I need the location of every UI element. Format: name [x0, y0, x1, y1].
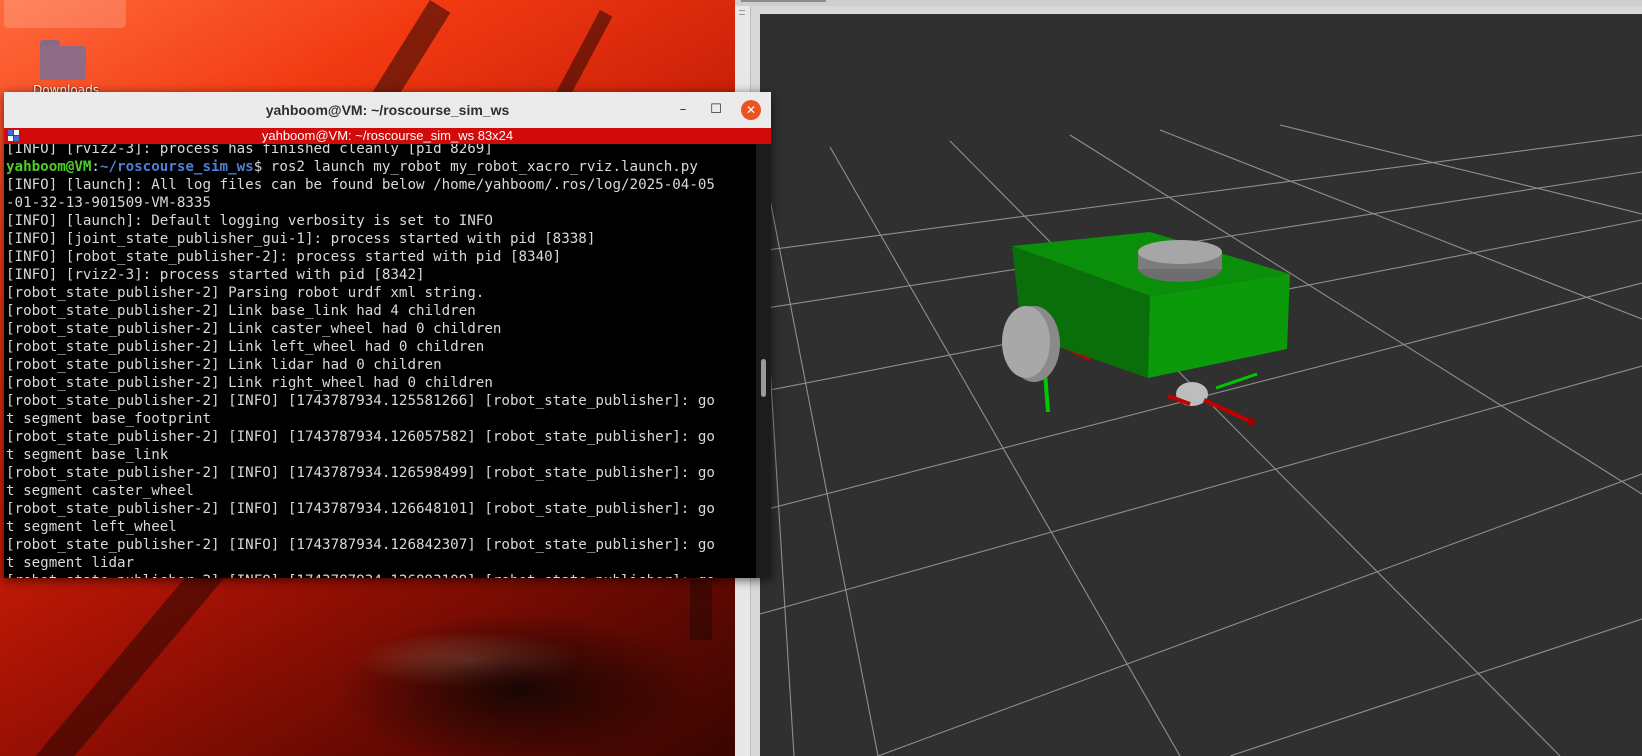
terminal-subtitle-bar: yahboom@VM: ~/roscourse_sim_ws 83x24 [4, 128, 771, 144]
terminal-lines: [INFO] [rviz2-3]: process has finished c… [6, 144, 715, 578]
rviz-scene [760, 124, 1642, 756]
terminal-line: t segment left_wheel [6, 519, 177, 535]
terminal-line: [robot_state_publisher-2] Link right_whe… [6, 375, 493, 391]
terminal-prompt-line: yahboom@VM:~/roscourse_sim_ws$ ros2 laun… [6, 158, 715, 176]
terminal-scrollbar[interactable] [756, 144, 771, 578]
prompt-command: ros2 launch my_robot my_robot_xacro_rviz… [262, 159, 698, 175]
folder-icon[interactable] [40, 40, 86, 80]
prompt-path: ~/roscourse_sim_ws [99, 159, 254, 175]
terminal-line: [INFO] [robot_state_publisher-2]: proces… [6, 249, 562, 265]
terminal-menu-icon[interactable] [8, 130, 20, 142]
terminal-line: [robot_state_publisher-2] [INFO] [174378… [6, 465, 715, 481]
terminal-subtitle: yahboom@VM: ~/roscourse_sim_ws 83x24 [261, 128, 514, 143]
terminal-line: [INFO] [rviz2-3]: process has finished c… [6, 144, 493, 157]
terminal-line: [robot_state_publisher-2] Parsing robot … [6, 285, 485, 301]
rviz-toolbar-tab[interactable] [741, 0, 826, 2]
terminal-line: t segment base_link [6, 447, 169, 463]
terminal-line: [INFO] [rviz2-3]: process started with p… [6, 267, 425, 283]
robot-model [1002, 232, 1290, 426]
terminal-line: [INFO] [launch]: All log files can be fo… [6, 177, 715, 193]
terminal-line: [robot_state_publisher-2] Link base_link… [6, 303, 476, 319]
terminal-line: [robot_state_publisher-2] [INFO] [174378… [6, 429, 715, 445]
terminal-line: [robot_state_publisher-2] [INFO] [174378… [6, 537, 715, 553]
prompt-user: yahboom@VM [6, 159, 92, 175]
terminal-title: yahboom@VM: ~/roscourse_sim_ws [265, 102, 510, 118]
terminal-line: [robot_state_publisher-2] [INFO] [174378… [6, 393, 715, 409]
terminal-line: [INFO] [joint_state_publisher_gui-1]: pr… [6, 231, 596, 247]
rviz-3d-viewport[interactable] [760, 14, 1642, 756]
terminal-line: t segment lidar [6, 555, 135, 571]
minimize-button[interactable]: – [673, 100, 693, 120]
maximize-button[interactable]: ☐ [706, 100, 726, 120]
terminal-line: [robot_state_publisher-2] Link left_whee… [6, 339, 485, 355]
desktop-panel-widget [4, 0, 126, 28]
caster-axis-tip [1247, 418, 1255, 426]
lidar-cylinder [1138, 240, 1222, 282]
right-wheel-axis-y [1215, 372, 1258, 390]
left-wheel [1002, 306, 1060, 382]
terminal-scrollbar-thumb[interactable] [761, 359, 766, 397]
terminal-line: [robot_state_publisher-2] [INFO] [174378… [6, 572, 715, 578]
close-button[interactable]: ✕ [741, 100, 761, 120]
terminal-line: t segment caster_wheel [6, 483, 194, 499]
terminal-line: [INFO] [launch]: Default logging verbosi… [6, 213, 493, 229]
terminal-line: [robot_state_publisher-2] [INFO] [174378… [6, 501, 715, 517]
rviz-toolbar [735, 0, 1642, 6]
terminal-line: t segment base_footprint [6, 411, 211, 427]
terminal-titlebar[interactable]: yahboom@VM: ~/roscourse_sim_ws – ☐ ✕ [4, 92, 771, 129]
terminal-output[interactable]: [INFO] [rviz2-3]: process has finished c… [4, 144, 756, 578]
caster-axis-x [1203, 398, 1253, 424]
terminal-line: -01-32-13-901509-VM-8335 [6, 195, 211, 211]
terminal-line: [robot_state_publisher-2] Link lidar had… [6, 357, 442, 373]
ground-grid [760, 124, 1642, 756]
terminal-line: [robot_state_publisher-2] Link caster_wh… [6, 321, 502, 337]
terminal-window[interactable]: yahboom@VM: ~/roscourse_sim_ws – ☐ ✕ yah… [4, 92, 771, 578]
prompt-separator: : [91, 159, 100, 175]
prompt-symbol: $ [253, 159, 263, 175]
